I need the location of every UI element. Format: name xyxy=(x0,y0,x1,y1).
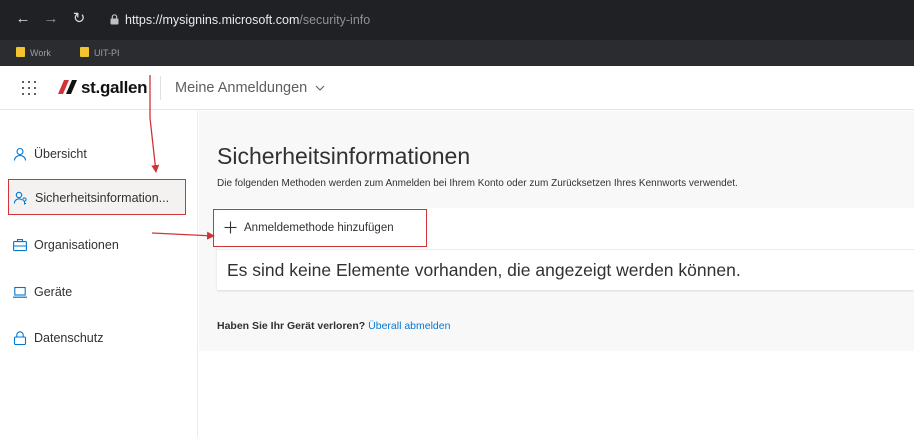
person-icon xyxy=(13,147,27,161)
briefcase-icon xyxy=(13,239,27,252)
chevron-down-icon xyxy=(315,85,325,91)
address-bar[interactable]: https://mysignins.microsoft.com/security… xyxy=(110,8,910,32)
laptop-icon xyxy=(13,286,27,298)
lost-device-row: Haben Sie Ihr Gerät verloren? Überall ab… xyxy=(217,319,450,333)
url-host: https://mysignins.microsoft.com xyxy=(125,13,300,27)
app-launcher-icon[interactable] xyxy=(22,81,36,95)
plus-icon xyxy=(224,221,237,234)
sidebar-item-label: Übersicht xyxy=(34,147,87,161)
sidebar-item-overview[interactable]: Übersicht xyxy=(8,136,186,172)
logo-mark-icon xyxy=(58,80,77,94)
sidebar-item-label: Sicherheitsinformation... xyxy=(35,191,170,205)
empty-state-message: Es sind keine Elemente vorhanden, die an… xyxy=(227,260,741,280)
sidebar-item-devices[interactable]: Geräte xyxy=(8,274,186,310)
bookmark-label: UIT-PI xyxy=(94,48,120,58)
app-header: st.gallen Meine Anmeldungen xyxy=(0,66,914,110)
bookmarks-bar: Work UIT-PI xyxy=(0,40,914,66)
app-title: Meine Anmeldungen xyxy=(175,80,308,96)
page-title: Sicherheitsinformationen xyxy=(217,143,471,169)
sidebar-item-label: Organisationen xyxy=(34,238,119,252)
sidebar-item-security-info[interactable]: Sicherheitsinformation... xyxy=(8,179,186,215)
sidebar-item-organizations[interactable]: Organisationen xyxy=(8,227,186,263)
bookmark-uit[interactable]: UIT-PI xyxy=(80,46,120,60)
lost-device-question: Haben Sie Ihr Gerät verloren? xyxy=(217,320,366,332)
sidebar-item-label: Datenschutz xyxy=(34,331,104,345)
reload-icon[interactable]: ↻ xyxy=(70,10,88,28)
url-path: /security-info xyxy=(299,13,371,27)
sidebar-item-privacy[interactable]: Datenschutz xyxy=(8,320,186,356)
bookmark-label: Work xyxy=(30,48,51,58)
card-divider xyxy=(217,249,914,250)
logo-text: st.gallen xyxy=(81,78,148,97)
lock-icon xyxy=(13,331,27,345)
forward-arrow-icon[interactable]: → xyxy=(42,10,60,28)
main-content: Sicherheitsinformationen Die folgenden M… xyxy=(199,111,914,351)
sidebar-item-label: Geräte xyxy=(34,285,73,299)
header-divider xyxy=(160,76,161,100)
person-key-icon xyxy=(14,191,27,205)
app-switcher[interactable]: Meine Anmeldungen xyxy=(175,78,325,98)
folder-icon xyxy=(80,47,89,57)
bookmark-work[interactable]: Work xyxy=(16,46,51,60)
back-arrow-icon[interactable]: ← xyxy=(14,10,32,28)
methods-card: Anmeldemethode hinzufügen Es sind keine … xyxy=(213,208,914,290)
sidebar-nav: Übersicht Sicherheitsinformation... Orga… xyxy=(0,111,198,437)
add-method-label: Anmeldemethode hinzufügen xyxy=(244,222,394,234)
folder-icon xyxy=(16,47,25,57)
org-logo[interactable]: st.gallen xyxy=(58,77,158,99)
browser-toolbar: ← → ↻ https://mysignins.microsoft.com/se… xyxy=(0,0,914,40)
lock-icon xyxy=(110,14,119,25)
add-method-button[interactable]: Anmeldemethode hinzufügen xyxy=(213,209,427,247)
page-description: Die folgenden Methoden werden zum Anmeld… xyxy=(217,178,738,189)
sign-out-everywhere-link[interactable]: Überall abmelden xyxy=(368,320,450,332)
